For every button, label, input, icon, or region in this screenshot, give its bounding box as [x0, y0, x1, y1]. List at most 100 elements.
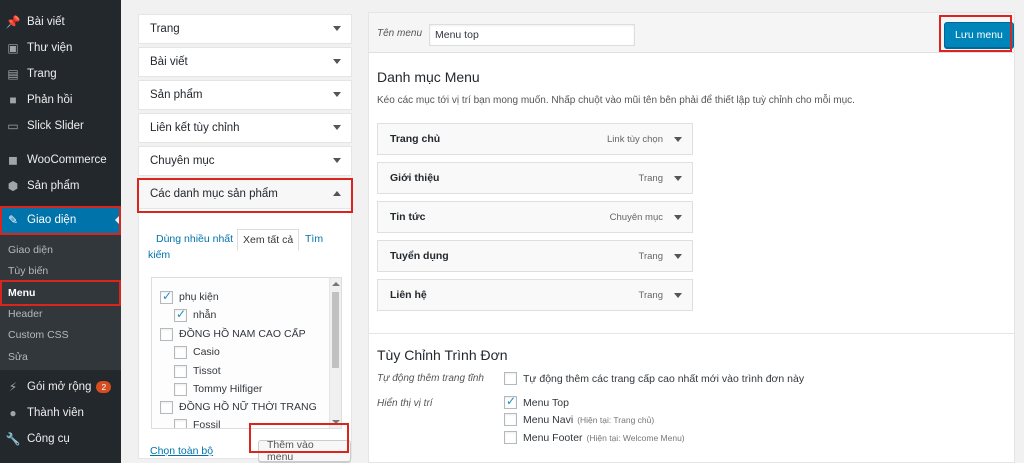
sidebar-item-label: Slick Slider	[27, 120, 84, 132]
menu-item-title: Liên hệ	[390, 289, 427, 301]
chevron-up-icon	[333, 191, 341, 196]
checkbox[interactable]	[174, 382, 187, 396]
menu-structure-title: Danh mục Menu	[377, 69, 480, 85]
sidebar-item-label: Công cụ	[27, 433, 70, 445]
auto-add-option[interactable]: Tự động thêm các trang cấp cao nhất mới …	[504, 372, 804, 385]
sidebar-item-label: Bài viết	[27, 16, 65, 28]
list-item[interactable]: ĐỒNG HỒ NAM CAO CẤP	[160, 325, 306, 343]
checkbox[interactable]	[174, 307, 187, 322]
add-to-menu-button[interactable]: Thêm vào menu	[258, 439, 351, 463]
sidebar-item-tools[interactable]: 🔧 Công cụ	[0, 426, 121, 452]
item-label: ĐỒNG HỒ NAM CAO CẤP	[179, 328, 306, 340]
list-item[interactable]: nhẫn	[174, 306, 216, 324]
sidebar-item-posts[interactable]: 📌 Bài viết	[0, 9, 121, 35]
woocommerce-icon: ◼	[8, 153, 18, 167]
menu-item-type: Trang	[638, 250, 663, 262]
checkbox[interactable]	[174, 418, 187, 428]
chevron-down-icon[interactable]	[674, 137, 682, 142]
location-option-menu-navi[interactable]: Menu Navi (Hiện tại: Trang chủ)	[504, 413, 654, 426]
tab-most-used[interactable]: Dùng nhiều nhất	[156, 233, 233, 245]
list-item[interactable]: Tommy Hilfiger	[174, 380, 262, 398]
checkbox[interactable]	[504, 413, 517, 426]
sidebar-item-products[interactable]: ⬢ Sản phẩm	[0, 173, 121, 199]
select-all-link[interactable]: Chọn toàn bộ	[150, 445, 213, 457]
sidebar-item-label: Phản hồi	[27, 94, 73, 106]
tab-search-wrap[interactable]: kiếm	[148, 249, 170, 261]
sidebar-item-plugins[interactable]: ⚡ Gói mở rộng 2	[0, 374, 121, 400]
chevron-down-icon	[333, 158, 341, 163]
admin-sidebar: 📌 Bài viết ▣ Thư viện ▤ Trang ■ Phản hồi…	[0, 0, 121, 463]
chevron-down-icon[interactable]	[674, 254, 682, 259]
sidebar-item-label: Thành viên	[27, 407, 84, 419]
submenu-item-menus[interactable]: Menu	[0, 283, 121, 303]
list-item[interactable]: phụ kiện	[160, 288, 219, 306]
checklist-scrollbar[interactable]	[329, 278, 341, 428]
menu-item-row[interactable]: Trang chủ Link tùy chọn	[377, 123, 693, 155]
menu-item-row[interactable]: Tuyển dụng Trang	[377, 240, 693, 272]
accordion-custom-links[interactable]: Liên kết tùy chỉnh	[138, 113, 352, 143]
accordion-categories[interactable]: Chuyên mục	[138, 146, 352, 176]
checkbox[interactable]	[504, 431, 517, 444]
accordion-pages[interactable]: Trang	[138, 14, 352, 44]
list-item[interactable]: Fossil	[174, 416, 220, 428]
item-label: phụ kiện	[179, 291, 219, 303]
list-item[interactable]: Tissot	[174, 362, 221, 380]
accordion-title: Trang	[150, 23, 180, 35]
sidebar-item-comments[interactable]: ■ Phản hồi	[0, 87, 121, 113]
sidebar-item-woocommerce[interactable]: ◼ WooCommerce	[0, 147, 121, 173]
submenu-item-editor[interactable]: Sửa	[0, 347, 121, 367]
tab-view-all[interactable]: Xem tất cả	[237, 229, 300, 251]
comment-icon: ■	[9, 93, 17, 107]
scroll-thumb[interactable]	[332, 292, 339, 368]
brush-icon: ✎	[7, 213, 19, 227]
scroll-down-icon[interactable]	[332, 420, 340, 424]
menu-structure-description: Kéo các mục tới vị trí bạn mong muốn. Nh…	[377, 95, 855, 106]
page-icon: ▤	[7, 67, 19, 81]
checkbox[interactable]	[174, 364, 187, 378]
accordion-product-categories[interactable]: Các danh mục sản phẩm	[138, 179, 352, 209]
chevron-down-icon[interactable]	[674, 215, 682, 220]
accordion-products[interactable]: Sản phẩm	[138, 80, 352, 110]
list-item[interactable]: Casio	[174, 343, 220, 361]
sidebar-item-appearance[interactable]: ✎ Giao diện	[0, 207, 121, 233]
sidebar-item-users[interactable]: ● Thành viên	[0, 400, 121, 426]
plugin-icon: ⚡	[8, 380, 18, 394]
menu-settings-title: Tùy Chỉnh Trình Đơn	[377, 347, 508, 363]
checkbox[interactable]	[160, 327, 173, 341]
user-icon: ●	[9, 406, 17, 420]
option-label: Menu Navi	[523, 413, 574, 426]
menu-item-type: Trang	[638, 172, 663, 184]
submenu-item-custom-css[interactable]: Custom CSS	[0, 325, 121, 345]
accordion-title: Bài viết	[150, 56, 188, 68]
menu-name-input[interactable]: Menu top	[429, 24, 635, 46]
checkbox[interactable]	[160, 400, 173, 414]
chevron-down-icon[interactable]	[674, 293, 682, 298]
submenu-item-header[interactable]: Header	[0, 304, 121, 324]
scroll-up-icon[interactable]	[332, 282, 340, 286]
item-label: nhẫn	[193, 309, 217, 321]
category-checklist: phụ kiện nhẫn ĐỒNG HỒ NAM CAO CẤP Casio …	[151, 277, 342, 429]
sidebar-item-pages[interactable]: ▤ Trang	[0, 61, 121, 87]
checkbox[interactable]	[504, 394, 517, 409]
location-option-menu-footer[interactable]: Menu Footer (Hiện tại: Welcome Menu)	[504, 431, 685, 444]
sidebar-item-slick-slider[interactable]: ▭ Slick Slider	[0, 113, 121, 139]
checkbox[interactable]	[160, 289, 173, 304]
accordion-posts[interactable]: Bài viết	[138, 47, 352, 77]
sidebar-item-label: Giao diện	[27, 214, 77, 226]
menu-item-row[interactable]: Giới thiệu Trang	[377, 162, 693, 194]
checkbox[interactable]	[504, 372, 517, 385]
list-item[interactable]: ĐỒNG HỒ NỮ THỜI TRANG	[160, 398, 317, 416]
location-option-menu-top[interactable]: Menu Top	[504, 394, 569, 409]
sidebar-item-label: Trang	[27, 68, 57, 80]
submenu-item-customize[interactable]: Tùy biến	[0, 261, 121, 281]
menu-item-row[interactable]: Tin tức Chuyên mục	[377, 201, 693, 233]
tab-search[interactable]: Tìm	[305, 233, 323, 245]
checkbox[interactable]	[174, 345, 187, 359]
save-menu-button[interactable]: Lưu menu	[944, 22, 1014, 48]
sidebar-item-media[interactable]: ▣ Thư viện	[0, 35, 121, 61]
appearance-submenu: Giao diện Tùy biến Menu Header Custom CS…	[0, 233, 121, 370]
menu-item-row[interactable]: Liên hệ Trang	[377, 279, 693, 311]
current-menu-arrow	[115, 214, 121, 226]
submenu-item-themes[interactable]: Giao diện	[0, 240, 121, 260]
chevron-down-icon[interactable]	[674, 176, 682, 181]
